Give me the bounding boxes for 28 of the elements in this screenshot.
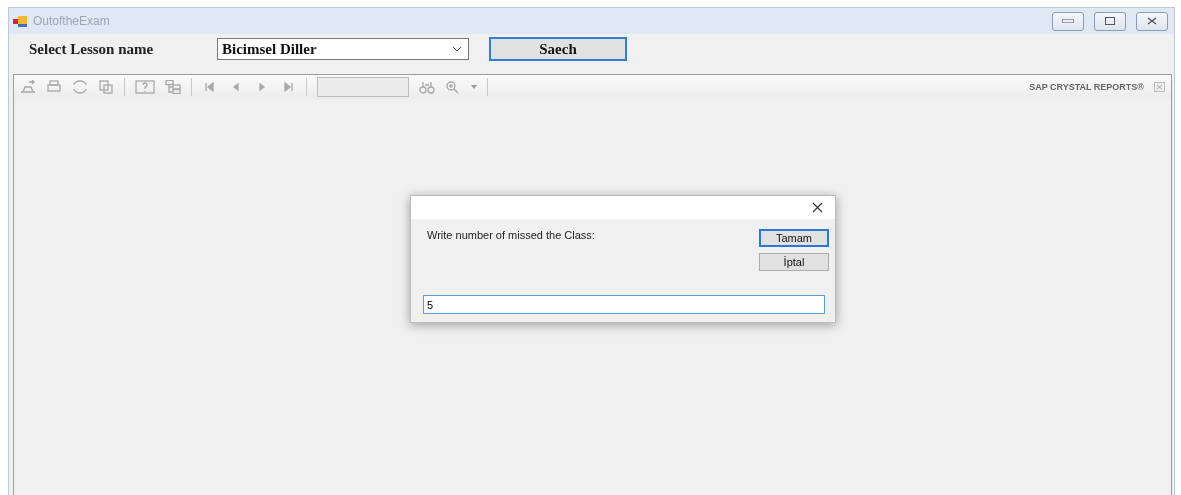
- page-number-field[interactable]: [317, 77, 409, 97]
- binoculars-icon[interactable]: [419, 80, 435, 94]
- caret-icon[interactable]: [471, 85, 477, 89]
- input-field[interactable]: 5: [423, 295, 825, 314]
- brand-label: SAP CRYSTAL REPORTS®: [1029, 82, 1144, 92]
- maximize-icon: [1105, 17, 1115, 25]
- close-icon: [1147, 17, 1157, 25]
- app-icon: [13, 15, 27, 27]
- refresh-icon[interactable]: [72, 80, 88, 94]
- lesson-dropdown[interactable]: Bicimsel Diller: [217, 38, 469, 60]
- dialog-prompt: Write number of missed the Class:: [427, 229, 595, 243]
- print-icon[interactable]: [46, 80, 62, 94]
- zoom-icon[interactable]: [445, 80, 461, 94]
- dialog-button[interactable]: Tamam: [759, 229, 829, 247]
- group-tree-icon[interactable]: [165, 80, 181, 94]
- lesson-label: Select Lesson name: [29, 40, 155, 58]
- help-icon[interactable]: [135, 80, 155, 94]
- chevron-down-icon: [452, 46, 462, 52]
- dialog-button[interactable]: İptal: [759, 253, 829, 271]
- search-button[interactable]: Saech: [489, 37, 627, 61]
- minimize-icon: [1062, 19, 1074, 23]
- export-icon[interactable]: [20, 80, 36, 94]
- copy-icon[interactable]: [98, 80, 114, 94]
- maximize-button[interactable]: [1094, 11, 1126, 31]
- close-icon[interactable]: [812, 202, 823, 213]
- close-button[interactable]: [1136, 11, 1168, 31]
- minimize-button[interactable]: [1052, 11, 1084, 31]
- window-title: OutoftheExam: [33, 14, 111, 28]
